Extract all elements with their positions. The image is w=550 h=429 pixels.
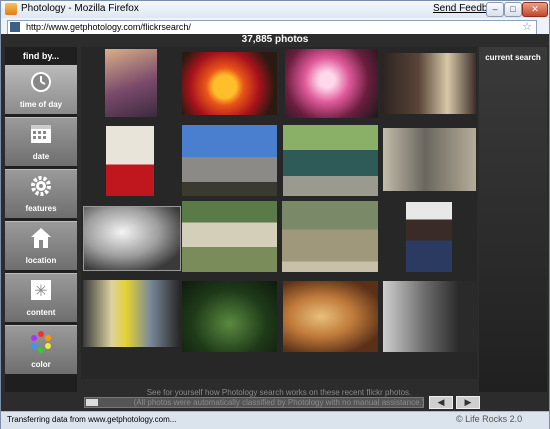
address-bar[interactable]: http://www.getphotology.com/flickrsearch… [7,20,537,35]
current-search-label: current search [485,53,541,62]
photo-thumbnail[interactable] [83,206,181,271]
photo-thumbnail[interactable] [406,202,452,272]
status-text: Transferring data from www.getphotology.… [7,415,177,424]
photo-thumbnail[interactable] [182,281,277,352]
photo-thumbnail[interactable] [182,125,277,196]
filter-label: location [25,256,57,265]
bookmark-star-icon[interactable]: ☆ [522,20,532,33]
filter-content[interactable]: ✳ content [5,273,77,322]
current-search-panel [479,47,547,392]
calendar-icon [31,125,51,143]
filter-label: time of day [19,100,63,109]
find-by-heading: find by... [22,51,60,61]
filter-label: features [25,204,57,213]
color-wheel-icon [31,331,51,353]
photology-app: 37,885 photos find by... time of day dat… [1,34,549,411]
browser-window: Photology - Mozilla Firefox Send Feedbac… [0,0,550,429]
address-url[interactable]: http://www.getphotology.com/flickrsearch… [26,22,191,32]
watermark: © Life Rocks 2.0 [456,414,523,424]
svg-text:✳: ✳ [34,283,47,300]
photo-thumbnail[interactable] [383,128,476,191]
maximize-button[interactable]: □ [504,2,522,17]
photo-thumbnail[interactable] [283,281,378,352]
footer-note: See for yourself how Photology search wo… [146,388,412,397]
photo-thumbnail[interactable] [285,49,378,118]
photo-thumbnail[interactable] [105,49,157,117]
clock-icon [31,72,51,92]
photo-thumbnail[interactable] [283,125,378,196]
site-favicon-icon [10,22,20,32]
firefox-icon [5,3,17,15]
house-icon [31,228,51,248]
photo-thumbnail[interactable] [282,201,378,272]
filter-location[interactable]: location [5,221,77,270]
sparkle-icon: ✳ [31,280,51,300]
photo-thumbnail[interactable] [182,201,277,272]
filter-features[interactable]: features [5,169,77,218]
photo-thumbnail[interactable] [83,280,179,347]
filter-label: color [31,360,51,369]
filter-label: date [32,152,50,161]
photo-thumbnail[interactable] [106,126,154,196]
gear-icon [31,176,51,196]
footer-disclaimer: (All photos were automatically classifie… [133,398,425,407]
photo-thumbnail[interactable] [381,53,476,114]
photo-thumbnail[interactable] [383,281,478,352]
filter-label: content [26,308,56,317]
window-title: Photology - Mozilla Firefox [21,3,139,14]
title-bar: Photology - Mozilla Firefox Send Feedbac… [1,1,549,18]
minimize-button[interactable]: – [486,2,504,17]
photo-grid [81,47,478,379]
filter-color[interactable]: color [5,325,77,374]
close-button[interactable]: ✕ [522,2,548,17]
filter-time-of-day[interactable]: time of day [5,65,77,114]
photo-thumbnail[interactable] [182,52,277,115]
filter-date[interactable]: date [5,117,77,166]
photo-count: 37,885 photos [241,34,309,45]
